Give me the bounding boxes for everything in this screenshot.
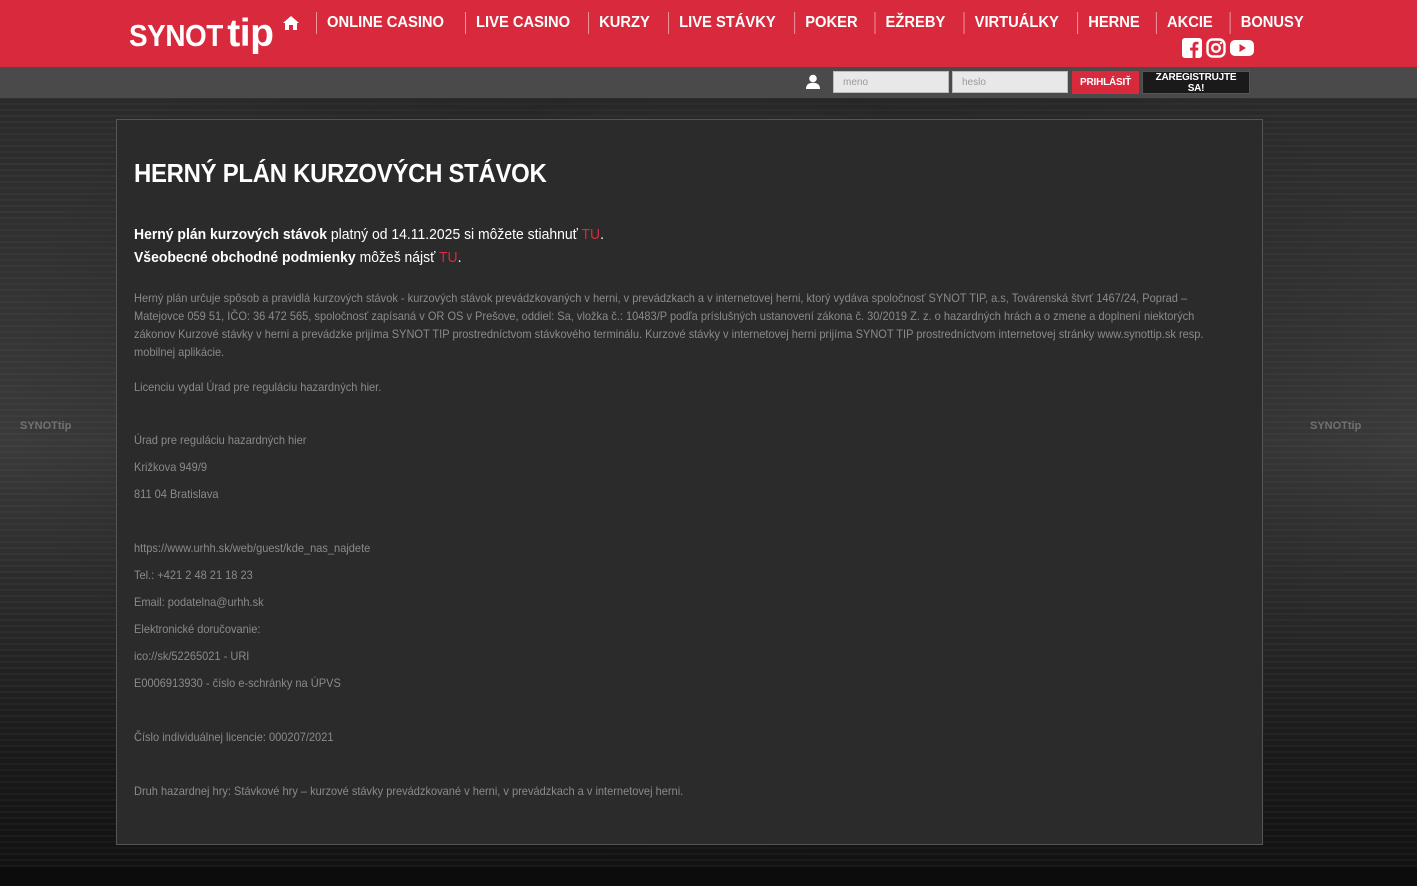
nav-kurzy[interactable]: KURZY [588, 12, 660, 34]
login-bar: PRIHLÁSIŤ ZAREGISTRUJTE SA! [0, 67, 1417, 98]
edelivery-uri: ico://sk/52265021 - URI [134, 649, 250, 663]
nav-herne[interactable]: HERNE [1076, 12, 1150, 34]
game-plan-download-link[interactable]: TU [581, 226, 600, 243]
office-city: 811 04 Bratislava [134, 487, 219, 501]
logo-tip-text: tip [227, 12, 274, 55]
license-number: Číslo individuálnej licencie: 000207/202… [134, 730, 334, 744]
login-button[interactable]: PRIHLÁSIŤ [1072, 71, 1139, 94]
edelivery-box: E0006913930 - číslo e-schránky na ÚPVS [134, 676, 341, 690]
nav-ezreby[interactable]: EŽREBY [874, 12, 956, 34]
facebook-icon[interactable] [1182, 38, 1202, 58]
nav-online-casino[interactable]: ONLINE CASINO [316, 12, 454, 34]
main-navigation: ONLINE CASINO LIVE CASINO KURZY LIVE STÁ… [278, 10, 1317, 36]
license-issuer-text: Licenciu vydal Úrad pre reguláciu hazard… [134, 380, 382, 394]
office-name: Úrad pre reguláciu hazardných hier [134, 433, 307, 447]
nav-live-casino[interactable]: LIVE CASINO [465, 12, 580, 34]
terms-bold-text: Všeobecné obchodné podmienky [134, 249, 356, 266]
nav-virtualky[interactable]: VIRTUÁLKY [963, 12, 1069, 34]
instagram-icon[interactable] [1206, 38, 1226, 58]
terms-text: môžeš nájsť [355, 249, 439, 266]
game-plan-download-line: Herný plán kurzových stávok platný od 14… [134, 226, 604, 243]
edelivery-label: Elektronické doručovanie: [134, 622, 261, 636]
synottip-logo[interactable]: SYNOT tip [129, 12, 274, 55]
game-type-text: Druh hazardnej hry: Stávkové hry – kurzo… [134, 784, 684, 798]
page-title: HERNÝ PLÁN KURZOVÝCH STÁVOK [134, 158, 547, 188]
office-phone: Tel.: +421 2 48 21 18 23 [134, 568, 253, 582]
game-plan-description: Herný plán určuje spôsob a pravidlá kurz… [134, 291, 1204, 359]
background-watermark-logo: SYNOTtip [20, 420, 72, 432]
game-plan-end: . [600, 226, 604, 243]
home-icon[interactable] [278, 10, 304, 36]
game-plan-text: platný od 14.11.2025 si môžete stiahnuť [327, 226, 582, 243]
nav-bonusy[interactable]: BONUSY [1229, 12, 1313, 34]
office-street: Križkova 949/9 [134, 460, 208, 474]
terms-link[interactable]: TU [439, 249, 458, 266]
username-input[interactable] [833, 71, 949, 93]
top-header: SYNOT tip ONLINE CASINO LIVE CASINO KURZ… [0, 0, 1417, 67]
content-panel: HERNÝ PLÁN KURZOVÝCH STÁVOK Herný plán k… [116, 119, 1263, 845]
game-plan-bold-text: Herný plán kurzových stávok [134, 226, 328, 243]
password-input[interactable] [952, 71, 1068, 93]
social-links [1182, 38, 1254, 58]
nav-poker[interactable]: POKER [794, 12, 869, 34]
logo-synot-text: SYNOT [129, 18, 223, 53]
register-button[interactable]: ZAREGISTRUJTE SA! [1142, 71, 1250, 94]
office-email: Email: podatelna@urhh.sk [134, 595, 264, 609]
office-url: https://www.urhh.sk/web/guest/kde_nas_na… [134, 541, 371, 555]
footer-strip [0, 867, 1417, 886]
nav-akcie[interactable]: AKCIE [1155, 12, 1223, 34]
terms-end: . [457, 249, 462, 266]
background-watermark-logo: SYNOTtip [1310, 420, 1362, 432]
nav-live-stavky[interactable]: LIVE STÁVKY [668, 12, 787, 34]
terms-line: Všeobecné obchodné podmienky môžeš nájsť… [134, 249, 461, 266]
youtube-icon[interactable] [1230, 38, 1254, 58]
user-icon [806, 74, 820, 95]
